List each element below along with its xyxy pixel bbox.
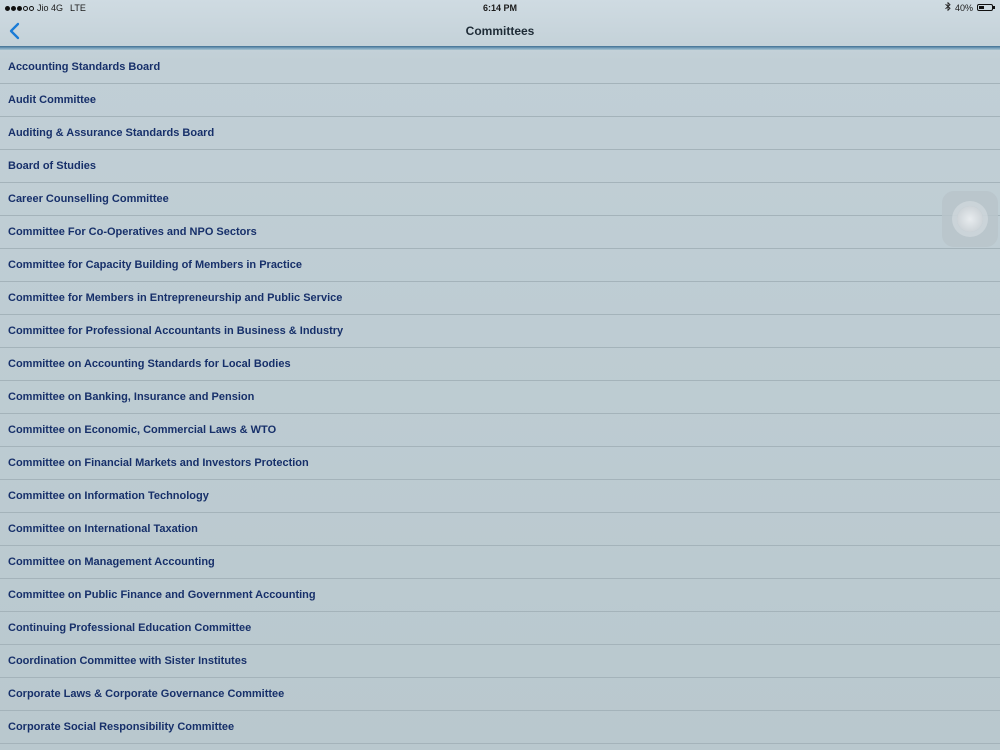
battery-icon: [977, 4, 993, 11]
assistive-touch-icon: [957, 206, 983, 232]
list-item[interactable]: Committee on Banking, Insurance and Pens…: [0, 381, 1000, 414]
list-item[interactable]: Coordination Committee with Sister Insti…: [0, 645, 1000, 678]
committee-name: Continuing Professional Education Commit…: [8, 622, 252, 634]
committee-name: Committee on Accounting Standards for Lo…: [8, 358, 291, 370]
committee-name: Committee on Economic, Commercial Laws &…: [8, 424, 277, 436]
list-item[interactable]: Corporate Social Responsibility Committe…: [0, 711, 1000, 744]
list-item[interactable]: Committee on Public Finance and Governme…: [0, 579, 1000, 612]
list-item[interactable]: Committee on Economic, Commercial Laws &…: [0, 414, 1000, 447]
committee-name: Corporate Laws & Corporate Governance Co…: [8, 688, 285, 700]
committee-name: Coordination Committee with Sister Insti…: [8, 655, 247, 667]
status-bar: Jio 4G LTE 6:14 PM 40%: [0, 0, 1000, 16]
list-item[interactable]: Committee for Members in Entrepreneurshi…: [0, 282, 1000, 315]
list-item[interactable]: Committee on Accounting Standards for Lo…: [0, 348, 1000, 381]
committee-name: Committee on Public Finance and Governme…: [8, 589, 316, 601]
committee-name: Committee for Members in Entrepreneurshi…: [8, 292, 343, 304]
list-item[interactable]: Committee For Co-Operatives and NPO Sect…: [0, 216, 1000, 249]
committee-name: Corporate Social Responsibility Committe…: [8, 721, 235, 733]
committee-name: Committee for Professional Accountants i…: [8, 325, 344, 337]
assistive-touch-button[interactable]: [942, 191, 998, 247]
status-time: 6:14 PM: [482, 3, 517, 13]
list-item[interactable]: Committee on Information Technology: [0, 480, 1000, 513]
committee-name: Committee For Co-Operatives and NPO Sect…: [8, 226, 257, 238]
list-item[interactable]: Board of Studies: [0, 150, 1000, 183]
committee-name: Board of Studies: [8, 160, 97, 172]
committee-name: Committee on Management Accounting: [8, 556, 215, 568]
battery-percentage: 40%: [954, 2, 973, 13]
committee-name: Career Counselling Committee: [8, 193, 169, 205]
list-item[interactable]: Committee on International Taxation: [0, 513, 1000, 546]
list-item[interactable]: Auditing & Assurance Standards Board: [0, 117, 1000, 150]
battery-level: [979, 6, 984, 9]
nav-divider: [0, 46, 1000, 50]
bluetooth-icon: [945, 1, 951, 13]
committee-name: Committee for Capacity Building of Membe…: [8, 259, 303, 271]
list-item[interactable]: Committee for Capacity Building of Membe…: [0, 249, 1000, 282]
list-item[interactable]: Corporate Laws & Corporate Governance Co…: [0, 678, 1000, 711]
list-item[interactable]: Continuing Professional Education Commit…: [0, 612, 1000, 645]
status-right: 40%: [945, 1, 995, 13]
list-item[interactable]: Committee on Management Accounting: [0, 546, 1000, 579]
committee-list: Accounting Standards Board Audit Committe…: [0, 51, 1000, 744]
committee-name: Committee on Information Technology: [8, 490, 209, 502]
committee-name: Auditing & Assurance Standards Board: [8, 127, 215, 139]
committee-name: Committee on Financial Markets and Inves…: [8, 457, 309, 469]
list-item[interactable]: Audit Committee: [0, 84, 1000, 117]
list-item[interactable]: Accounting Standards Board: [0, 51, 1000, 84]
navigation-bar: Committees: [0, 16, 1000, 46]
committee-name: Committee on International Taxation: [8, 523, 198, 535]
battery-cap: [993, 6, 995, 9]
page-title: Committees: [465, 24, 535, 38]
list-item[interactable]: Career Counselling Committee: [0, 183, 1000, 216]
list-item[interactable]: Committee for Professional Accountants i…: [0, 315, 1000, 348]
committee-name: Audit Committee: [8, 94, 96, 106]
committee-name: Committee on Banking, Insurance and Pens…: [8, 391, 255, 403]
committee-name: Accounting Standards Board: [8, 61, 161, 73]
list-item[interactable]: Committee on Financial Markets and Inves…: [0, 447, 1000, 480]
